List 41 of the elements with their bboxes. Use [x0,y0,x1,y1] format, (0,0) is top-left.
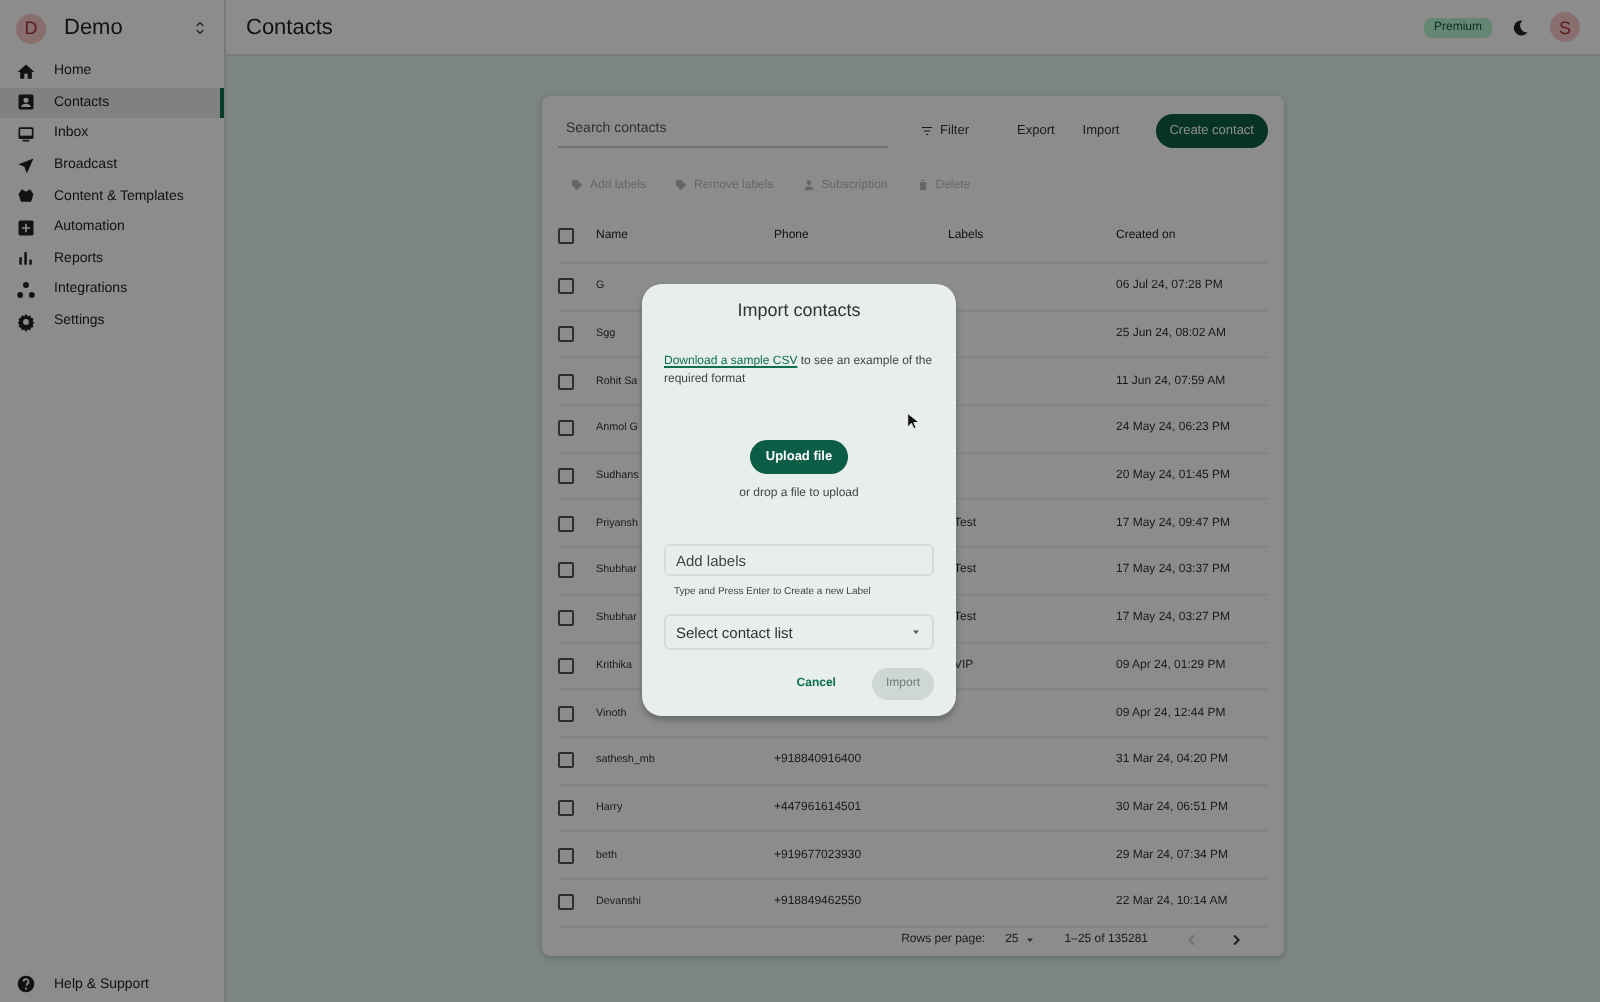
row-checkbox[interactable] [558,799,574,816]
three-dots-icon [16,279,36,300]
paper-plane-icon [16,155,36,176]
bar-chart-icon [16,248,36,269]
switcher-chevrons-icon [192,18,208,38]
user-avatar[interactable]: S [1550,12,1580,42]
row-checkbox[interactable] [558,752,574,769]
row-checkbox[interactable] [558,705,574,722]
dropdown-caret-icon [910,626,922,638]
inbox-icon [16,123,36,144]
row-checkbox[interactable] [558,420,574,437]
trash-icon [915,178,930,192]
workspace-name[interactable]: Demo [64,16,174,40]
row-checkbox[interactable] [558,468,574,485]
row-checkbox[interactable] [558,373,574,390]
next-page-icon[interactable] [1228,931,1244,948]
page-title: Contacts [246,15,335,39]
plus-square-icon [16,217,36,238]
workspace-avatar[interactable]: D [16,13,46,43]
row-checkbox[interactable] [558,657,574,674]
row-checkbox[interactable] [558,278,574,295]
filter-icon [920,123,935,137]
row-checkbox[interactable] [558,610,574,627]
mouse-cursor-icon [904,412,922,430]
help-icon [16,974,36,994]
row-checkbox[interactable] [558,847,574,864]
home-icon [16,61,36,82]
moon-icon [1510,17,1530,37]
person-icon [801,178,816,192]
contact-card-icon [16,92,36,113]
row-checkbox[interactable] [558,515,574,532]
row-checkbox[interactable] [558,326,574,343]
shapes-icon [16,186,36,207]
modal-title: Import contacts [735,300,863,320]
tag-icon [570,178,584,192]
select-all-checkbox[interactable] [558,228,574,244]
tag-icon [674,178,689,192]
row-checkbox[interactable] [558,894,574,911]
dropdown-caret-icon [1024,933,1037,946]
row-checkbox[interactable] [558,562,574,579]
settings-icon [16,311,36,332]
